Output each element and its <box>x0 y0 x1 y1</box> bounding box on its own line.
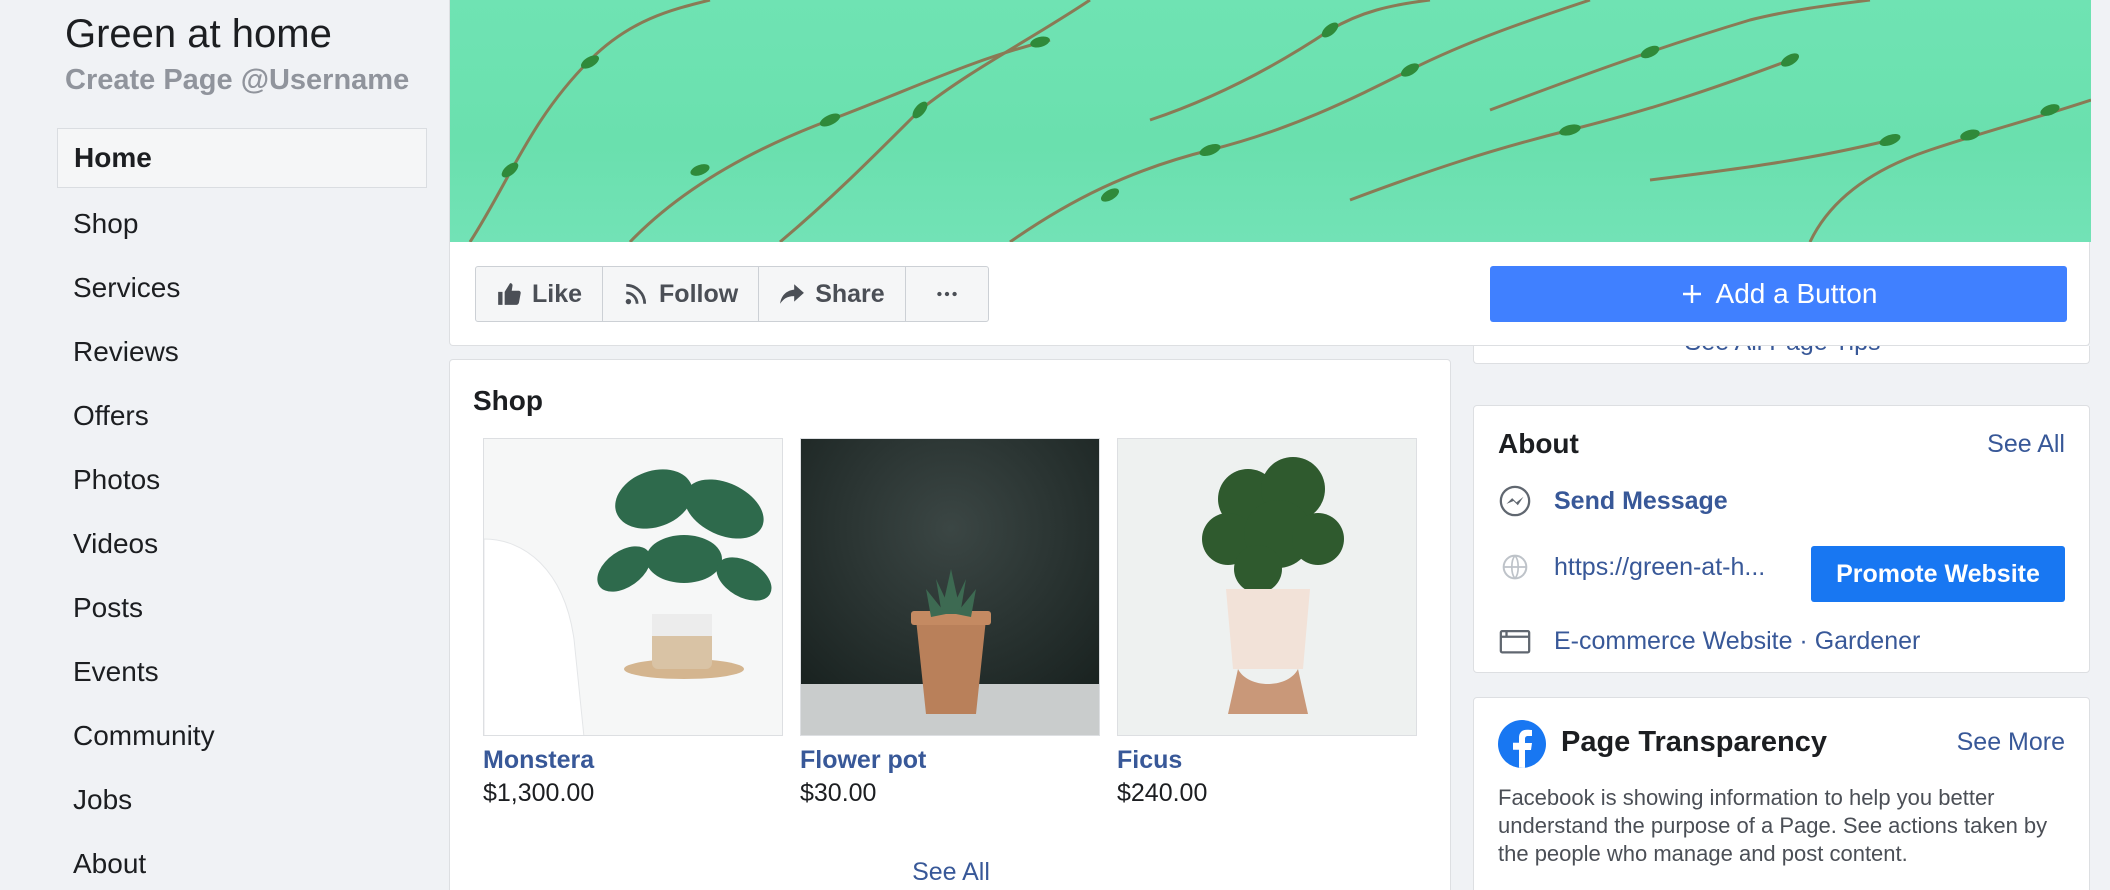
add-button-label: Add a Button <box>1715 278 1878 309</box>
create-username-link[interactable]: Create Page @Username <box>65 64 409 97</box>
facebook-logo-icon <box>1498 720 1546 768</box>
website-link[interactable]: https://green-at-h... <box>1554 553 1765 582</box>
vine-illustration <box>468 0 2091 242</box>
nav-item-services[interactable]: Services <box>57 256 427 320</box>
messenger-icon <box>1499 485 1531 517</box>
product-card[interactable]: Ficus $240.00 <box>1117 438 1417 808</box>
product-image-ficus[interactable] <box>1117 438 1417 736</box>
nav-item-reviews[interactable]: Reviews <box>57 320 427 384</box>
nav-item-videos[interactable]: Videos <box>57 512 427 576</box>
page-transparency-card: Page Transparency See More Facebook is s… <box>1473 697 2090 890</box>
category-row: E-commerce Website · Gardener <box>1498 624 1920 658</box>
product-name[interactable]: Monstera <box>483 746 783 775</box>
nav-item-jobs[interactable]: Jobs <box>57 768 427 832</box>
promote-website-button[interactable]: Promote Website <box>1811 546 2065 602</box>
product-name[interactable]: Ficus <box>1117 746 1417 775</box>
product-image-monstera[interactable] <box>483 438 783 736</box>
more-options-button[interactable] <box>906 267 988 321</box>
product-card[interactable]: Monstera $1,300.00 <box>483 438 783 808</box>
share-label: Share <box>815 279 885 308</box>
page-nav: Home Shop Services Reviews Offers Photos… <box>57 128 427 890</box>
thumbs-up-icon <box>498 283 521 305</box>
cover-card: Like Follow Share Add a Button <box>449 0 2091 346</box>
see-all-page-tips-link[interactable]: See All Page Tips <box>1474 346 2089 357</box>
shop-heading: Shop <box>473 385 543 416</box>
shop-card: Shop Monstera $1,300.00 Flower pot $30.0… <box>449 359 1451 890</box>
follow-button[interactable]: Follow <box>603 267 760 321</box>
nav-item-home[interactable]: Home <box>57 128 427 188</box>
nav-item-about[interactable]: About <box>57 832 427 890</box>
send-message-label: Send Message <box>1554 486 1728 515</box>
see-more-link[interactable]: See More <box>1957 728 2065 757</box>
nav-item-shop[interactable]: Shop <box>57 192 427 256</box>
plus-icon <box>1682 285 1701 303</box>
page-categories[interactable]: E-commerce Website · Gardener <box>1554 627 1920 656</box>
share-arrow-icon <box>780 284 805 304</box>
like-button[interactable]: Like <box>476 267 604 321</box>
folder-icon <box>1499 629 1531 654</box>
nav-item-photos[interactable]: Photos <box>57 448 427 512</box>
rss-icon <box>625 283 647 305</box>
nav-item-community[interactable]: Community <box>57 704 427 768</box>
product-image-flower-pot[interactable] <box>800 438 1100 736</box>
page-title[interactable]: Green at home <box>65 12 332 57</box>
cover-photo[interactable] <box>450 0 2091 242</box>
page-tips-card: See All Page Tips <box>1473 346 2090 364</box>
shop-see-all-link[interactable]: See All <box>450 858 1452 887</box>
ellipsis-icon <box>936 291 957 297</box>
product-price: $30.00 <box>800 779 877 807</box>
about-heading: About <box>1498 428 1579 459</box>
nav-item-posts[interactable]: Posts <box>57 576 427 640</box>
nav-item-offers[interactable]: Offers <box>57 384 427 448</box>
product-card[interactable]: Flower pot $30.00 <box>800 438 1100 808</box>
globe-icon <box>1502 554 1528 580</box>
website-row[interactable]: https://green-at-h... <box>1498 550 1765 584</box>
add-a-button[interactable]: Add a Button <box>1490 266 2067 322</box>
product-price: $240.00 <box>1117 779 1208 807</box>
send-message-row[interactable]: Send Message <box>1498 484 1728 518</box>
like-label: Like <box>532 279 583 308</box>
transparency-description: Facebook is showing information to help … <box>1498 785 2048 866</box>
nav-item-events[interactable]: Events <box>57 640 427 704</box>
share-button[interactable]: Share <box>759 267 906 321</box>
about-card: About See All Send Message https://green… <box>1473 405 2090 673</box>
product-name[interactable]: Flower pot <box>800 746 1100 775</box>
left-sidebar: Green at home Create Page @Username Home… <box>0 0 449 890</box>
product-price: $1,300.00 <box>483 779 595 807</box>
follow-label: Follow <box>659 279 739 308</box>
about-see-all-link[interactable]: See All <box>1987 430 2065 459</box>
page-action-bar: Like Follow Share <box>475 266 989 322</box>
page-transparency-heading: Page Transparency <box>1561 726 1827 758</box>
